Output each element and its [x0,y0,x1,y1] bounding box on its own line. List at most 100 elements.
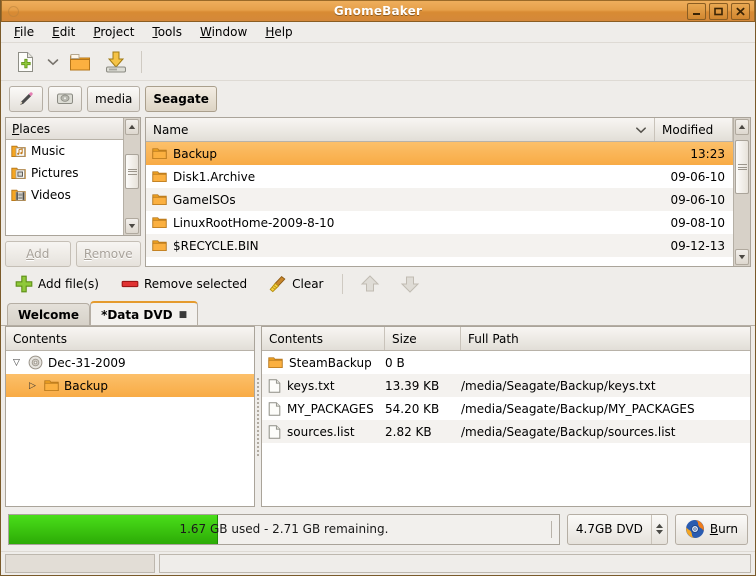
column-header-name[interactable]: Name [146,118,655,141]
burn-button[interactable]: Burn [674,513,748,545]
folder-icon [152,240,167,252]
table-row[interactable]: Disk1.Archive 09-06-10 [146,165,733,188]
tree-column-header[interactable]: Contents [6,327,254,350]
file-list-scrollbar[interactable] [733,118,750,266]
file-list-scroll-track[interactable] [735,136,749,248]
list-item[interactable]: SteamBackup 0 B [262,351,750,374]
file-list-scroll-thumb[interactable] [735,140,749,195]
maximize-icon[interactable] [709,3,728,20]
menu-window[interactable]: Window [191,23,256,41]
window-title: GnomeBaker [333,4,423,18]
column-header-name-label: Name [153,122,189,137]
tab-welcome-label: Welcome [18,308,80,322]
places-header[interactable]: Places [6,118,123,140]
column-header-full-path[interactable]: Full Path [461,327,750,350]
move-up-button[interactable] [357,271,383,297]
file-name: LinuxRootHome-2009-8-10 [173,215,335,230]
place-item-music[interactable]: Music [6,140,123,162]
place-label: Music [31,144,66,158]
table-row[interactable]: Backup 13:23 [146,142,733,165]
tree-header: Contents [6,327,254,351]
remove-place-button[interactable]: Remove [75,241,141,267]
file-modified: 09-06-10 [670,192,725,207]
burn-disc-icon [685,520,704,538]
spinner-arrows[interactable] [650,514,667,544]
clear-button[interactable]: Clear [265,272,327,296]
list-item[interactable]: MY_PACKAGES 54.20 KB /media/Seagate/Back… [262,397,750,420]
path-button-seagate[interactable]: Seagate [145,86,217,112]
list-item[interactable]: sources.list 2.82 KB /media/Seagate/Back… [262,420,750,443]
places-scrollbar[interactable] [123,118,140,235]
path-button-media[interactable]: media [87,86,141,112]
place-item-videos[interactable]: Videos [6,184,123,206]
column-header-size[interactable]: Size [385,327,461,350]
media-size-spinner[interactable]: 4.7GB DVD [566,513,668,545]
file-modified: 13:23 [690,146,725,161]
place-item-pictures[interactable]: Pictures [6,162,123,184]
window-menu-icon[interactable] [8,6,19,17]
menu-tools[interactable]: Tools [143,23,191,41]
column-header-modified[interactable]: Modified [655,118,733,141]
tab-close-icon[interactable]: ■ [179,310,188,320]
menu-help[interactable]: Help [256,23,301,41]
status-bar [1,551,755,575]
menu-project[interactable]: Project [84,23,143,41]
scroll-down-icon[interactable] [125,218,139,234]
content-size: 13.39 KB [385,378,440,393]
tree-node-backup[interactable]: ▷ Backup [6,374,254,397]
content-path: /media/Seagate/Backup/MY_PACKAGES [461,401,695,416]
places-scroll-thumb[interactable] [125,153,139,190]
contents-rows: SteamBackup 0 B keys.txt 13.39 KB /media… [262,351,750,506]
place-label: Pictures [31,166,79,180]
move-down-button[interactable] [397,271,423,297]
table-row[interactable]: LinuxRootHome-2009-8-10 09-08-10 [146,211,733,234]
path-bar: media Seagate [1,81,755,117]
status-left-panel [5,554,155,573]
places-list: Music Pictures Videos [6,140,123,235]
chevron-down-icon[interactable] [45,46,61,78]
table-row[interactable]: $RECYCLE.BIN 09-12-13 [146,234,733,257]
scroll-up-icon[interactable] [125,119,139,135]
tree-node-disc[interactable]: ▽ Dec-31-2009 [6,351,254,374]
progress-label: 1.67 GB used - 2.71 GB remaining. [179,522,389,536]
scroll-down-icon[interactable] [735,249,749,265]
table-row[interactable]: GameISOs 09-06-10 [146,188,733,211]
close-icon[interactable] [731,3,750,20]
tab-welcome[interactable]: Welcome [7,303,91,326]
burn-bar: 1.67 GB used - 2.71 GB remaining. 4.7GB … [1,507,755,551]
project-tree-panel: Contents ▽ Dec-31-2009 ▷ Backup [5,326,255,507]
clear-label: Clear [292,277,324,291]
column-header-contents[interactable]: Contents [262,327,385,350]
project-action-bar: Add file(s) Remove selected Clear [1,267,755,301]
path-button-drive[interactable] [48,86,82,112]
file-list-header: Name Modified [146,118,733,142]
tree-node-label: Dec-31-2009 [48,355,126,370]
window-controls [687,3,750,20]
plus-icon [15,275,33,293]
expander-icon[interactable]: ▽ [10,358,23,368]
places-scroll-track[interactable] [125,136,139,217]
add-place-button[interactable]: Add [5,241,71,267]
list-item[interactable]: keys.txt 13.39 KB /media/Seagate/Backup/… [262,374,750,397]
remove-selected-button[interactable]: Remove selected [117,272,251,296]
save-disk-icon[interactable] [99,46,133,78]
new-document-icon[interactable] [9,46,43,78]
tab-data-dvd[interactable]: *Data DVD ■ [90,301,199,326]
menu-edit[interactable]: Edit [43,23,84,41]
folder-icon [44,380,59,392]
add-files-button[interactable]: Add file(s) [11,272,103,296]
chevron-down-icon [636,126,646,133]
menu-file[interactable]: File [5,23,43,41]
project-tabs: Welcome *Data DVD ■ [1,301,755,326]
content-name: sources.list [287,424,355,439]
expander-icon[interactable]: ▷ [26,381,39,391]
minimize-icon[interactable] [687,3,706,20]
tree-column-header-label: Contents [13,331,67,346]
scroll-up-icon[interactable] [735,119,749,135]
arrow-down-icon [400,276,419,293]
title-bar[interactable]: GnomeBaker [1,0,755,22]
open-folder-icon[interactable] [63,46,97,78]
edit-location-icon[interactable] [9,86,43,112]
toolbar-separator [141,50,142,73]
file-list-rows: Backup 13:23 Disk1.Archive 09-06-10 Game… [146,142,733,266]
